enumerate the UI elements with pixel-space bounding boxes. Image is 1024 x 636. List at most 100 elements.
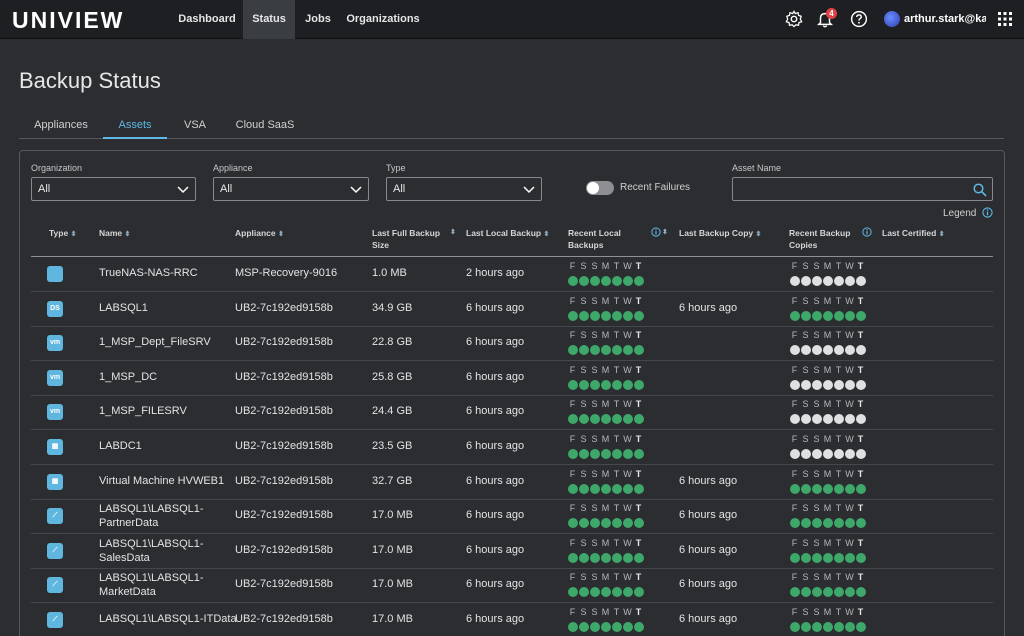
asset-name[interactable]: LABSQL1\LABSQL1- PartnerData <box>99 502 204 530</box>
copy-status-dot[interactable] <box>834 379 844 390</box>
copy-status-dot[interactable] <box>812 345 822 356</box>
backup-status-dot[interactable] <box>568 310 578 321</box>
backup-status-dot[interactable] <box>612 276 622 286</box>
backup-status-dot[interactable] <box>634 345 644 356</box>
table-row[interactable]: ⟋ LABSQL1\LABSQL1- MarketData UB2-7c192ed91… <box>31 568 993 604</box>
backup-status-dot[interactable] <box>568 483 578 494</box>
column-header-appliance[interactable]: Appliance ⬍ <box>235 227 284 241</box>
copy-status-dot[interactable] <box>856 552 866 563</box>
nav-organizations[interactable]: Organizations <box>341 0 425 39</box>
backup-status-dot[interactable] <box>623 310 633 321</box>
copy-status-dot[interactable] <box>801 622 811 632</box>
appliance-select[interactable]: All <box>213 177 369 201</box>
copy-status-dot[interactable] <box>823 276 833 286</box>
copy-status-dot[interactable] <box>856 587 866 598</box>
backup-status-dot[interactable] <box>601 379 611 390</box>
backup-status-dot[interactable] <box>601 310 611 321</box>
table-row[interactable]: ▦ Virtual Machine HVWEB1 UB2-7c192ed9158b 3… <box>31 465 993 500</box>
copy-status-dot[interactable] <box>812 483 822 494</box>
backup-status-dot[interactable] <box>579 310 589 321</box>
copy-status-dot[interactable] <box>801 310 811 321</box>
copy-status-dot[interactable] <box>801 414 811 425</box>
copy-status-dot[interactable] <box>845 518 855 529</box>
copy-status-dot[interactable] <box>801 345 811 356</box>
nav-status[interactable]: Status <box>243 0 295 39</box>
copy-status-dot[interactable] <box>856 345 866 356</box>
backup-status-dot[interactable] <box>568 449 578 459</box>
copy-status-dot[interactable] <box>823 483 833 494</box>
copy-status-dot[interactable] <box>845 379 855 390</box>
backup-status-dot[interactable] <box>634 483 644 494</box>
type-select[interactable]: All <box>386 177 542 201</box>
copy-status-dot[interactable] <box>790 276 800 286</box>
asset-name[interactable]: 1_MSP_Dept_FileSRV <box>99 336 211 348</box>
backup-status-dot[interactable] <box>579 587 589 598</box>
backup-status-dot[interactable] <box>601 414 611 425</box>
backup-status-dot[interactable] <box>590 414 600 425</box>
copy-status-dot[interactable] <box>801 552 811 563</box>
copy-status-dot[interactable] <box>823 552 833 563</box>
nav-jobs[interactable]: Jobs <box>297 0 339 39</box>
copy-status-dot[interactable] <box>812 587 822 598</box>
backup-status-dot[interactable] <box>579 276 589 286</box>
copy-status-dot[interactable] <box>790 414 800 425</box>
copy-status-dot[interactable] <box>790 449 800 459</box>
backup-status-dot[interactable] <box>590 310 600 321</box>
avatar[interactable] <box>884 11 900 27</box>
backup-status-dot[interactable] <box>623 449 633 459</box>
backup-status-dot[interactable] <box>612 518 622 529</box>
table-row[interactable]: vm 1_MSP_DC UB2-7c192ed9158b 25.8 GB 6 hours… <box>31 361 993 396</box>
backup-status-dot[interactable] <box>590 552 600 563</box>
column-header-recent-backup-copies[interactable]: Recent Backup Copies <box>789 227 879 251</box>
copy-status-dot[interactable] <box>823 587 833 598</box>
backup-status-dot[interactable] <box>568 379 578 390</box>
copy-status-dot[interactable] <box>823 379 833 390</box>
nav-dashboard[interactable]: Dashboard <box>172 0 242 39</box>
copy-status-dot[interactable] <box>823 449 833 459</box>
copy-status-dot[interactable] <box>812 622 822 632</box>
backup-status-dot[interactable] <box>634 449 644 459</box>
backup-status-dot[interactable] <box>601 518 611 529</box>
copy-status-dot[interactable] <box>812 414 822 425</box>
table-row[interactable]: vm 1_MSP_FILESRV UB2-7c192ed9158b 24.4 GB 6 … <box>31 395 993 431</box>
copy-status-dot[interactable] <box>845 345 855 356</box>
asset-name[interactable]: LABSQL1\LABSQL1- SalesData <box>99 537 204 565</box>
backup-status-dot[interactable] <box>590 449 600 459</box>
copy-status-dot[interactable] <box>801 518 811 529</box>
backup-status-dot[interactable] <box>579 483 589 494</box>
copy-status-dot[interactable] <box>823 414 833 425</box>
backup-status-dot[interactable] <box>579 552 589 563</box>
backup-status-dot[interactable] <box>601 622 611 632</box>
copy-status-dot[interactable] <box>834 414 844 425</box>
column-header-type[interactable]: Type ⬍ <box>49 227 76 241</box>
copy-status-dot[interactable] <box>856 449 866 459</box>
copy-status-dot[interactable] <box>856 276 866 286</box>
tab-vsa[interactable]: VSA <box>171 119 219 139</box>
gear-icon[interactable] <box>785 10 803 28</box>
copy-status-dot[interactable] <box>790 310 800 321</box>
copy-status-dot[interactable] <box>812 310 822 321</box>
backup-status-dot[interactable] <box>612 552 622 563</box>
backup-status-dot[interactable] <box>590 587 600 598</box>
info-icon[interactable] <box>862 227 872 240</box>
copy-status-dot[interactable] <box>790 379 800 390</box>
organization-select[interactable]: All <box>31 177 196 201</box>
asset-name[interactable]: Virtual Machine HVWEB1 <box>99 475 224 487</box>
column-header-last-full-backup-size[interactable]: Last Full Backup Size ⬍ <box>372 227 462 251</box>
backup-status-dot[interactable] <box>579 449 589 459</box>
copy-status-dot[interactable] <box>845 414 855 425</box>
column-header-last-local-backup[interactable]: Last Local Backup ⬍ <box>466 227 549 241</box>
asset-name[interactable]: LABDC1 <box>99 440 142 452</box>
backup-status-dot[interactable] <box>590 483 600 494</box>
backup-status-dot[interactable] <box>612 622 622 632</box>
copy-status-dot[interactable] <box>790 483 800 494</box>
tab-assets[interactable]: Assets <box>103 119 167 139</box>
backup-status-dot[interactable] <box>612 310 622 321</box>
copy-status-dot[interactable] <box>801 483 811 494</box>
backup-status-dot[interactable] <box>623 622 633 632</box>
copy-status-dot[interactable] <box>823 622 833 632</box>
copy-status-dot[interactable] <box>845 622 855 632</box>
copy-status-dot[interactable] <box>845 310 855 321</box>
asset-name-search-input[interactable] <box>732 177 993 201</box>
tab-appliances[interactable]: Appliances <box>23 119 99 139</box>
